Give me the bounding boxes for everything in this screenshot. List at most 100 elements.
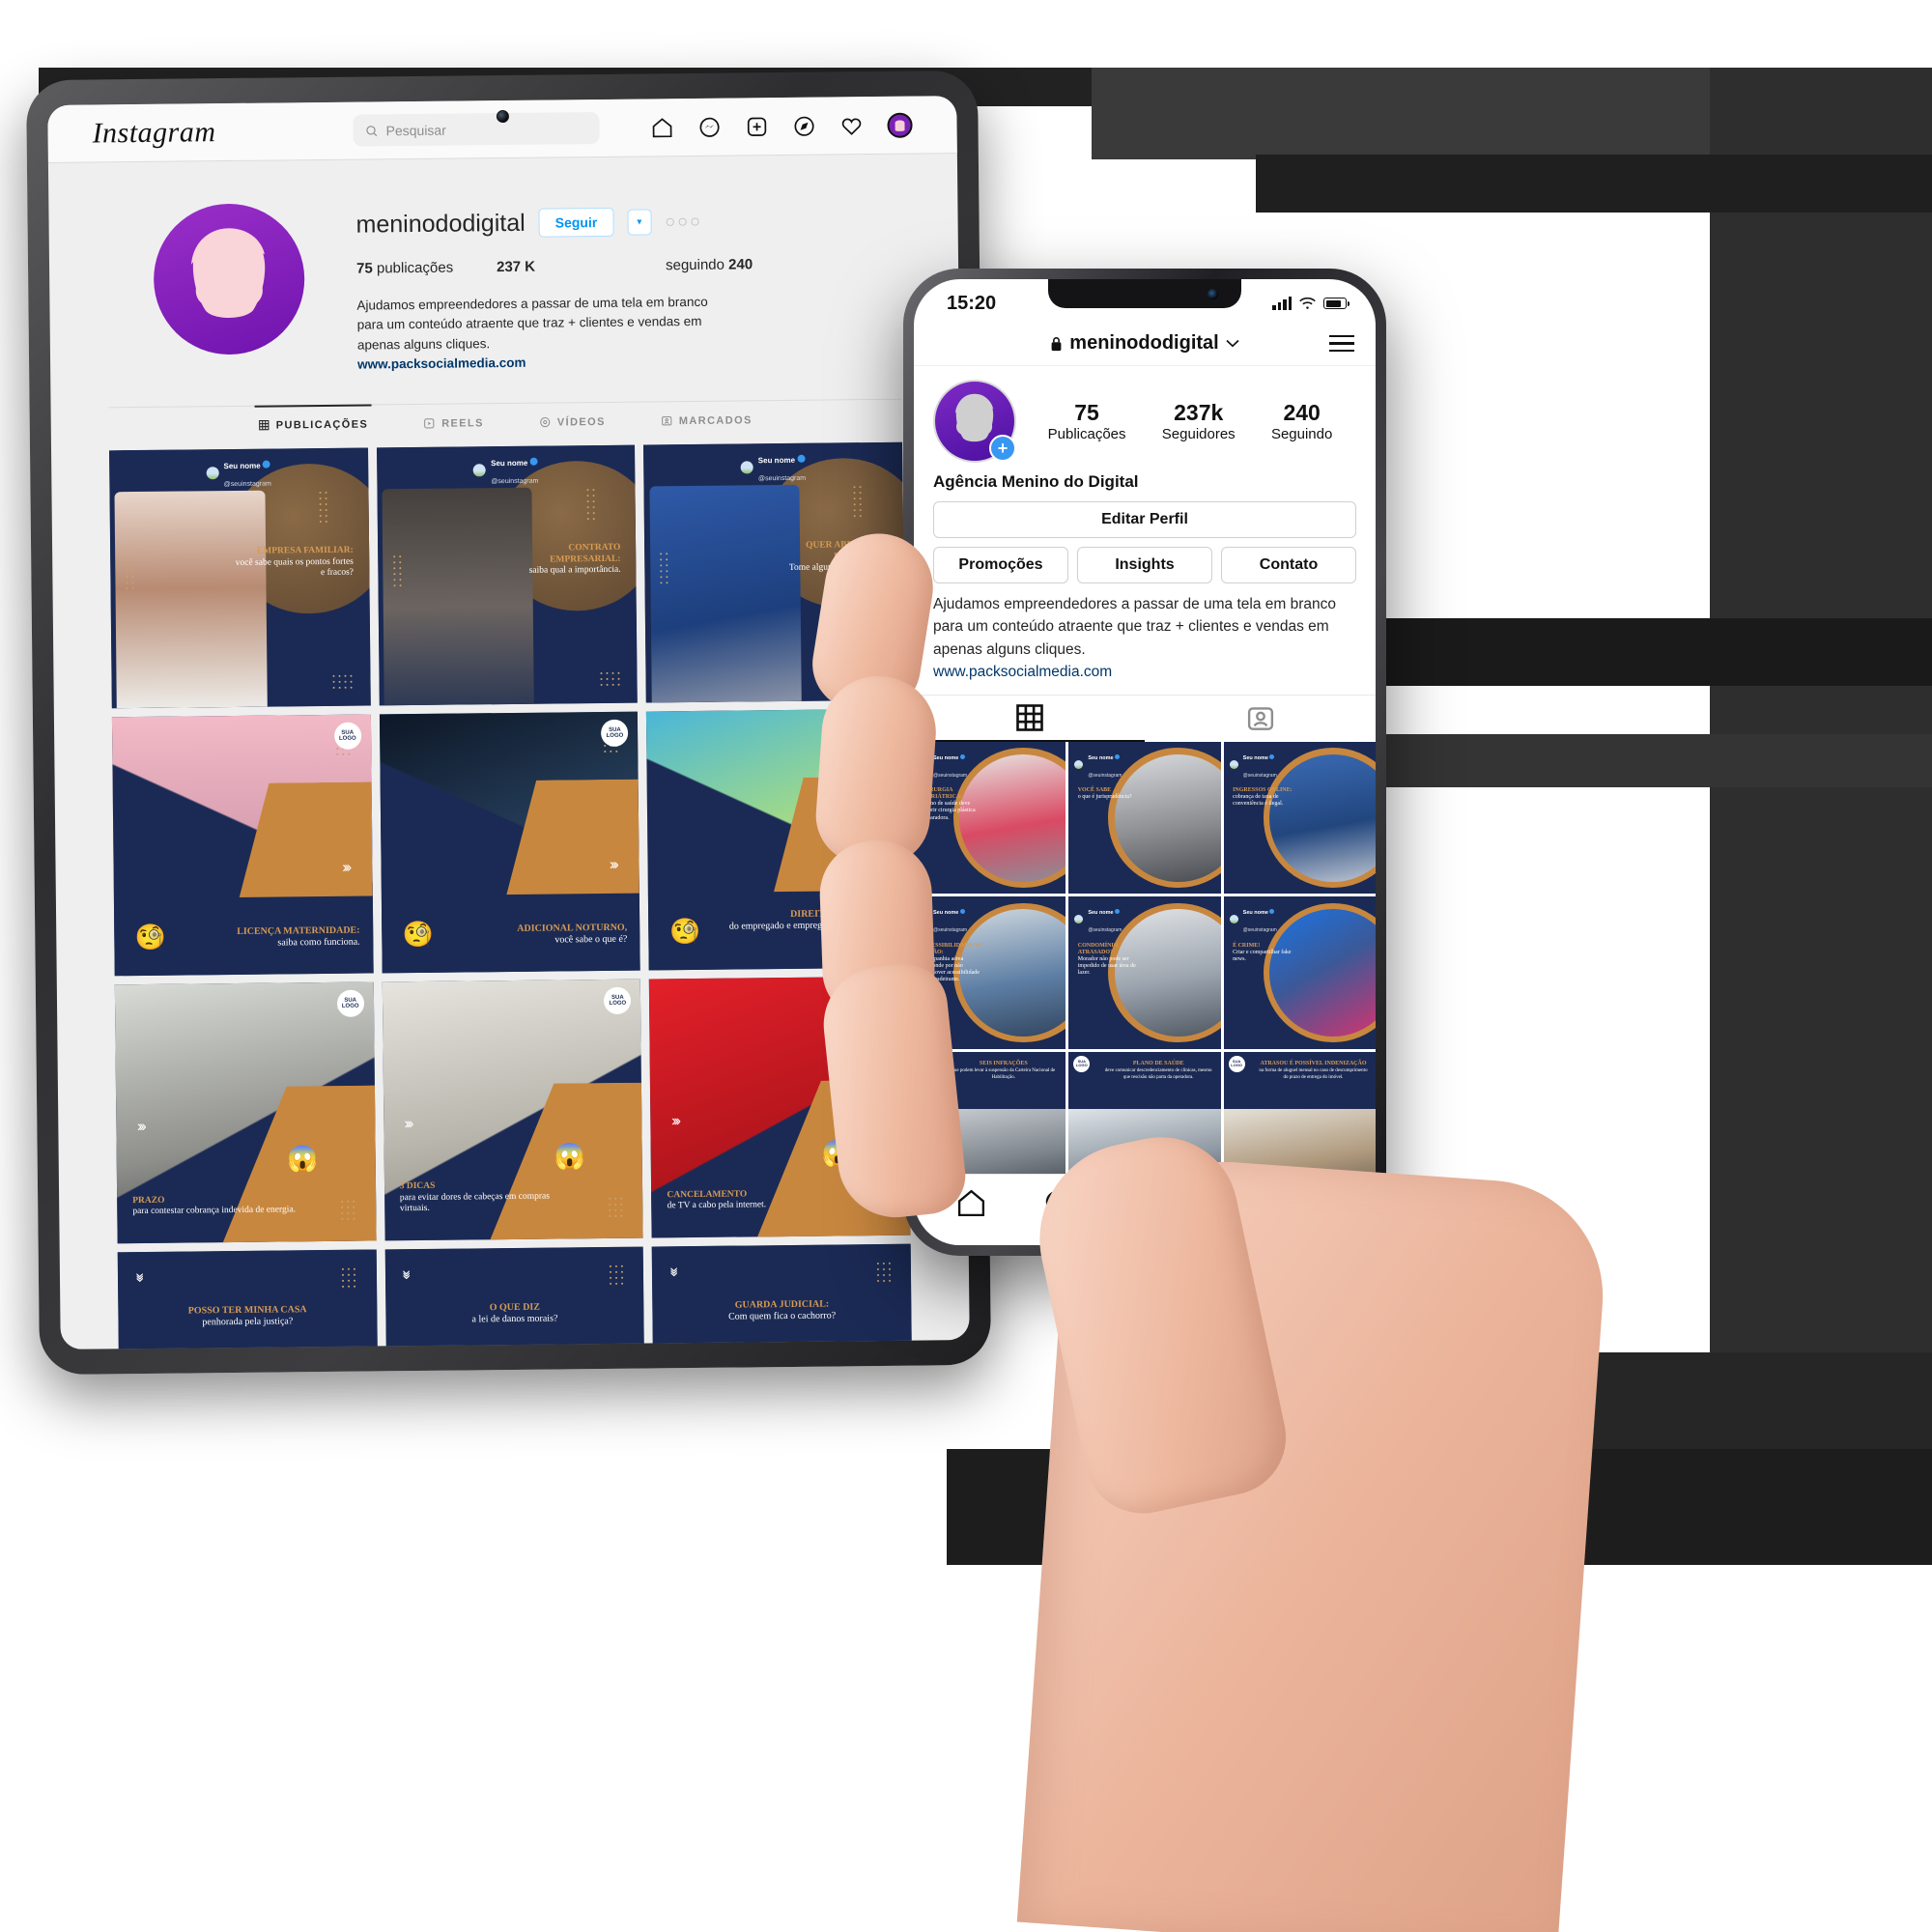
verified-badge-icon	[529, 457, 538, 466]
emoji-icon: 🧐	[134, 922, 167, 952]
phone-action-contato[interactable]: Contato	[1221, 547, 1356, 583]
add-story-button[interactable]: +	[989, 435, 1016, 462]
post-title: CONDOMÍNIO ATRASADO? Morador não pode ser…	[1077, 942, 1136, 976]
activity-heart-icon[interactable]	[839, 114, 863, 137]
stat-value: 240	[1283, 399, 1321, 425]
post-author: Seu nome @seuinstagram	[1074, 901, 1122, 936]
phone-bio: Ajudamos empreendedores a passar de uma …	[933, 596, 1337, 658]
messenger-icon[interactable]	[697, 115, 721, 138]
phone-username: meninododigital	[1069, 332, 1219, 354]
verified-badge-icon	[1115, 909, 1121, 915]
tablet-post-9[interactable]: ››› POSSO TER MINHA CASA penhorada pela ju…	[117, 1249, 380, 1350]
verified-badge-icon	[1269, 909, 1275, 915]
emoji-icon: 😱	[554, 1141, 586, 1171]
search-placeholder: Pesquisar	[385, 122, 446, 138]
tablet-post-1[interactable]: Seu nome @seuinstagram CONTRATO EMPRESARI…	[376, 444, 639, 706]
post-logo-badge: SUALOGO	[336, 989, 364, 1017]
phone-stat-1[interactable]: 237k Seguidores	[1162, 400, 1236, 443]
post-author: Seu nome @seuinstagram	[1229, 901, 1277, 936]
search-icon	[366, 125, 378, 136]
front-camera-icon	[1208, 289, 1218, 299]
post-author: Seu nome @seuinstagram	[473, 452, 539, 488]
new-post-icon[interactable]	[745, 115, 768, 138]
tab-videos[interactable]: VÍDEOS	[540, 416, 606, 440]
signal-bars-icon	[1272, 297, 1292, 310]
phone-action-promoes[interactable]: Promoções	[933, 547, 1068, 583]
chevron-right-icon: ›››	[136, 1119, 144, 1136]
explore-icon[interactable]	[792, 114, 815, 137]
phone-stat-2[interactable]: 240 Seguindo	[1271, 400, 1332, 443]
edit-profile-row: Editar Perfil	[914, 492, 1376, 538]
grid-icon	[259, 420, 270, 431]
tablet-post-6[interactable]: SUALOGO›››››😱PRAZOpara contestar cobranç…	[114, 981, 377, 1244]
follow-dropdown-button[interactable]: ▾	[627, 208, 652, 236]
tab-marcados[interactable]: MARCADOS	[662, 414, 753, 439]
post-author: Seu nome @seuinstagram	[1074, 747, 1122, 781]
post-logo-badge: SUALOGO	[1073, 1055, 1091, 1072]
tablet-post-4[interactable]: SUA LOGO ››› 🧐 ADICIONAL NOTURNO, você sabe o…	[379, 712, 641, 974]
post-title: GUARDA JUDICIAL: Com quem fica o cachorro…	[728, 1298, 837, 1322]
author-avatar-icon	[740, 461, 753, 474]
instagram-logo[interactable]: Instagram	[92, 114, 353, 150]
grid-icon	[1015, 704, 1043, 731]
post-title: CONTRATO EMPRESARIAL: saiba qual a import…	[528, 543, 621, 576]
phone-action-insights[interactable]: Insights	[1077, 547, 1212, 583]
tab-publicacoes[interactable]: PUBLICAÇÕES	[259, 418, 369, 442]
post-title: PLANO DE SAÚDE deve comunicar descredenci…	[1104, 1061, 1212, 1081]
tablet-post-11[interactable]: ››› GUARDA JUDICIAL: Com quem fica o cacho…	[652, 1243, 914, 1350]
phone-screen: 15:20 meninododigital + 75 Publicações 2…	[914, 279, 1376, 1245]
chevron-right-icon: ›››	[670, 1113, 679, 1130]
post-title: SEIS INFRAÇÕES que podem levar à suspensã…	[952, 1061, 1056, 1081]
profile-link[interactable]: www.packsocialmedia.com	[357, 351, 901, 372]
author-avatar-icon	[1229, 914, 1238, 923]
more-options-icon[interactable]: ○○○	[665, 211, 702, 231]
phone-profile-avatar[interactable]: +	[933, 380, 1016, 463]
chevron-down-icon: ›››	[398, 1269, 415, 1277]
verified-badge-icon	[1115, 754, 1121, 759]
reels-icon	[424, 418, 435, 429]
author-avatar-icon	[1229, 759, 1238, 769]
follow-button[interactable]: Seguir	[538, 207, 614, 238]
phone-tab-grid[interactable]	[914, 696, 1145, 742]
phone-post-2[interactable]: Seu nome @seuinstagram INGRESSOS ONLINE: c…	[1223, 742, 1376, 895]
username-row: meninododigital Seguir ▾ ○○○	[355, 205, 899, 240]
author-avatar-icon	[1074, 759, 1084, 769]
tagged-person-icon	[1247, 707, 1273, 730]
phone-stat-0[interactable]: 75 Publicações	[1048, 400, 1126, 443]
tablet-post-7[interactable]: SUALOGO›››››😱3 DICASpara evitar dores de…	[382, 979, 643, 1241]
stat-value: 75	[1074, 399, 1099, 425]
status-indicators	[1272, 297, 1350, 310]
instagram-topbar: Instagram Pesquisar	[47, 96, 957, 163]
phone-post-0[interactable]: Seu nome @seuinstagram CIRURGIA BARIÁTRIC…	[914, 742, 1066, 895]
edit-profile-button[interactable]: Editar Perfil	[933, 501, 1356, 538]
phone-profile-link[interactable]: www.packsocialmedia.com	[933, 664, 1112, 680]
avatar-face-icon	[895, 119, 905, 131]
tablet-post-0[interactable]: Seu nome @seuinstagram EMPRESA FAMILIAR: v…	[109, 447, 371, 709]
phone-tab-tagged[interactable]	[1145, 696, 1376, 742]
post-title: VOCÊ SABE o que é jurisprudência?	[1077, 787, 1132, 801]
home-icon[interactable]	[650, 116, 673, 139]
chevron-down-icon: ›››	[131, 1272, 149, 1280]
stat-label: Seguidores	[1161, 425, 1236, 442]
stat-following[interactable]: seguindo 240	[666, 256, 753, 273]
tagged-icon	[662, 416, 672, 426]
stat-followers[interactable]: 237 K	[497, 257, 666, 275]
tablet-post-10[interactable]: ›››O QUE DIZa lei de danos morais?▢ ● @s…	[384, 1246, 646, 1350]
phone-username-row[interactable]: meninododigital	[1050, 332, 1239, 355]
verified-badge-icon	[262, 460, 270, 469]
tab-reels[interactable]: REELS	[424, 417, 484, 441]
emoji-icon: 🧐	[402, 919, 434, 950]
stat-posts[interactable]: 75 publicações	[356, 259, 497, 277]
profile-avatar[interactable]	[153, 203, 305, 355]
phone-post-4[interactable]: Seu nome @seuinstagram CONDOMÍNIO ATRASAD…	[1068, 896, 1221, 1049]
profile-avatar-icon[interactable]	[887, 112, 913, 138]
profile-tabs: PUBLICAÇÕES REELS VÍDEOS MARCADOS	[108, 398, 902, 445]
tablet-post-3[interactable]: SUA LOGO ››› 🧐 LICENÇA MATERNIDADE: saiba com…	[111, 714, 374, 977]
verified-badge-icon	[959, 754, 965, 759]
hamburger-menu-icon[interactable]	[1329, 334, 1354, 353]
author-avatar-icon	[473, 464, 487, 477]
tab-label: VÍDEOS	[556, 415, 606, 429]
phone-post-5[interactable]: Seu nome @seuinstagram É CRIME! Criar e co…	[1223, 896, 1376, 1049]
search-input[interactable]: Pesquisar	[353, 111, 600, 147]
phone-post-1[interactable]: Seu nome @seuinstagram VOCÊ SABE o que é j…	[1068, 742, 1221, 895]
